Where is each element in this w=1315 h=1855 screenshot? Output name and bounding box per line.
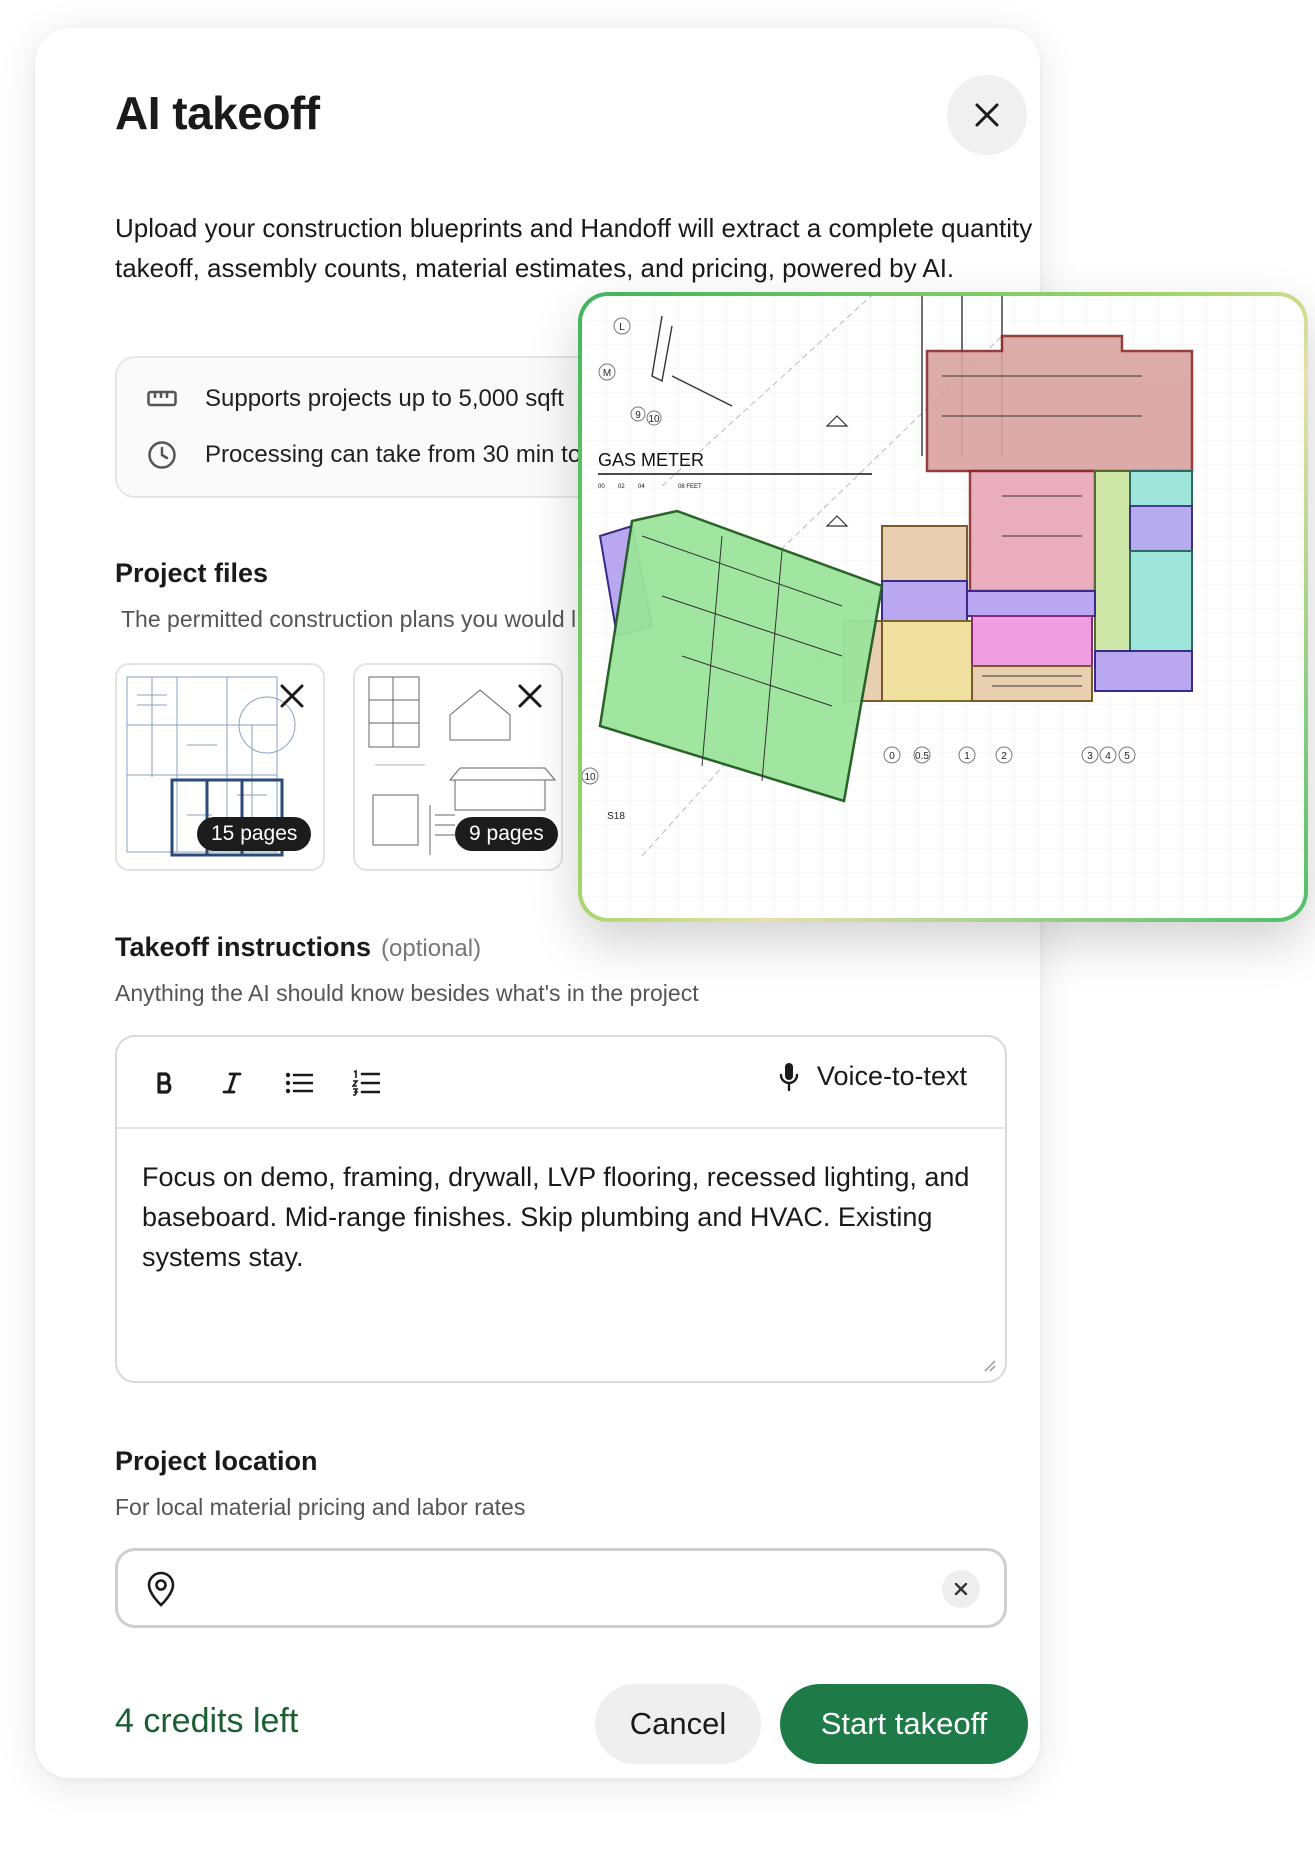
numbered-list-icon <box>352 1070 380 1096</box>
project-files-subtitle: The permitted construction plans you wou… <box>121 606 577 632</box>
grid-marker: 0.5 <box>915 751 929 762</box>
room-mech-purple <box>1094 650 1193 692</box>
bullet-list-icon <box>285 1072 313 1094</box>
scale-label: 08 FEET <box>678 484 702 490</box>
blueprint-preview: GAS METER 00 02 04 08 FEET L M 9 10 0 0.… <box>578 292 1308 922</box>
grid-marker: 10 <box>584 772 596 783</box>
scale-label: 02 <box>618 484 625 490</box>
remove-file-icon[interactable] <box>275 679 309 713</box>
resize-handle-icon[interactable] <box>981 1357 997 1373</box>
gas-meter-label: GAS METER <box>598 450 704 470</box>
location-field[interactable] <box>198 1565 898 1611</box>
file-thumbnail[interactable]: 9 pages <box>353 663 563 871</box>
room-hall-purple <box>966 590 1096 617</box>
room-bedroom-pink <box>968 469 1097 593</box>
voice-to-text-label: Voice-to-text <box>816 1061 967 1091</box>
cancel-button[interactable]: Cancel <box>595 1684 761 1764</box>
clear-icon <box>954 1582 968 1596</box>
grid-marker: 10 <box>648 414 660 425</box>
grid-marker: 2 <box>1001 751 1007 762</box>
editor-toolbar: Voice-to-text <box>117 1037 1005 1129</box>
italic-button[interactable] <box>212 1063 252 1103</box>
takeoff-instructions-title: Takeoff instructions (optional) <box>115 932 481 963</box>
scale-label: 04 <box>638 484 645 490</box>
room-laundry-teal <box>1129 550 1193 652</box>
clear-location-button[interactable] <box>942 1570 980 1608</box>
grid-marker: 3 <box>1087 751 1093 762</box>
location-input[interactable] <box>115 1548 1007 1628</box>
project-location-subtitle: For local material pricing and labor rat… <box>115 1494 526 1520</box>
blueprint-preview-inner: GAS METER 00 02 04 08 FEET L M 9 10 0 0.… <box>582 296 1304 918</box>
close-icon <box>975 103 999 127</box>
grid-marker: M <box>603 368 611 379</box>
project-location-title: Project location <box>115 1446 318 1476</box>
location-pin-icon <box>147 1571 175 1607</box>
info-row-processing: Processing can take from 30 min to 2 <box>145 440 601 470</box>
modal-title: AI takeoff <box>115 87 320 139</box>
start-takeoff-button[interactable]: Start takeoff <box>780 1684 1028 1764</box>
grid-marker: 0 <box>889 751 895 762</box>
file-thumbnail[interactable]: 15 pages <box>115 663 325 871</box>
room-closet-purple <box>881 580 968 622</box>
room-bath-purple <box>1129 505 1193 552</box>
scale-label: 00 <box>598 484 605 490</box>
grid-marker: 1 <box>964 751 970 762</box>
credits-left: 4 credits left <box>115 1702 299 1740</box>
instructions-editor[interactable]: Voice-to-text Focus on demo, framing, dr… <box>115 1035 1007 1383</box>
voice-to-text-button[interactable]: Voice-to-text <box>779 1061 967 1092</box>
bold-button[interactable] <box>145 1063 185 1103</box>
ruler-icon <box>145 390 179 408</box>
grid-marker: S18 <box>607 811 625 822</box>
clock-icon <box>145 440 179 470</box>
microphone-icon <box>779 1062 799 1091</box>
page-count-badge: 15 pages <box>197 817 312 851</box>
numbered-list-button[interactable] <box>346 1063 386 1103</box>
page-count-badge: 9 pages <box>455 817 558 851</box>
room-bedroom-red <box>925 334 1194 473</box>
info-row-sqft: Supports projects up to 5,000 sqft <box>145 385 564 413</box>
grid-marker: 9 <box>635 410 641 421</box>
remove-file-icon[interactable] <box>513 679 547 713</box>
bullet-list-button[interactable] <box>279 1063 319 1103</box>
room-entry-yellow <box>881 620 973 702</box>
grid-marker: 4 <box>1105 751 1111 762</box>
grid-marker: 5 <box>1124 751 1130 762</box>
takeoff-instructions-subtitle: Anything the AI should know besides what… <box>115 980 699 1006</box>
room-stairs <box>881 525 968 582</box>
intro-text: Upload your construction blueprints and … <box>115 213 1033 283</box>
close-button[interactable] <box>947 75 1027 155</box>
info-sqft-text: Supports projects up to 5,000 sqft <box>205 385 564 412</box>
takeoff-instructions-label: Takeoff instructions <box>115 932 372 962</box>
room-stair-lower <box>971 665 1093 702</box>
optional-label: (optional) <box>381 935 482 962</box>
room-hall-lime <box>1094 470 1131 682</box>
instructions-text[interactable]: Focus on demo, framing, drywall, LVP flo… <box>142 1157 972 1277</box>
italic-icon <box>222 1072 242 1094</box>
grid-marker: L <box>619 322 625 333</box>
project-files-title: Project files <box>115 558 269 588</box>
bold-icon <box>157 1072 172 1094</box>
floor-plan-image: GAS METER 00 02 04 08 FEET L M 9 10 0 0.… <box>582 296 1304 918</box>
info-processing-text: Processing can take from 30 min to 2 <box>205 441 602 468</box>
room-pink <box>971 615 1093 667</box>
